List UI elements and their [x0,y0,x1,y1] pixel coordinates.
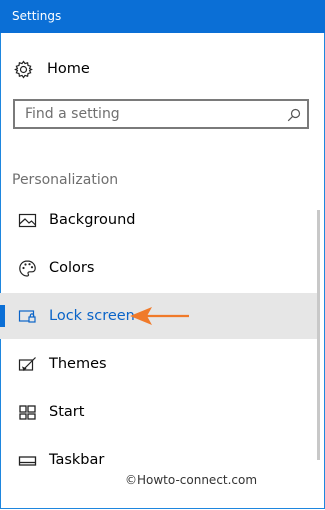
annotation-arrow-icon [128,304,190,332]
themes-brush-icon [18,355,37,374]
start-grid-icon [18,403,37,422]
palette-icon [18,259,37,278]
nav-item-start[interactable]: Start [0,389,320,435]
home-button[interactable]: Home [14,57,214,81]
nav-item-label: Background [49,212,136,228]
nav-item-label: Taskbar [49,452,105,468]
window-title: Settings [12,9,62,23]
gear-icon [14,59,33,79]
section-heading: Personalization [12,172,119,188]
nav-item-label: Themes [49,356,107,372]
scrollbar[interactable] [317,210,320,460]
nav-item-label: Start [49,404,85,420]
lock-screen-icon [18,307,37,326]
taskbar-icon [18,451,37,470]
home-label: Home [47,61,90,77]
nav-item-colors[interactable]: Colors [0,245,320,291]
search-placeholder: Find a setting [25,106,120,122]
nav-item-label: Colors [49,260,95,276]
search-icon[interactable] [287,107,301,126]
nav-item-label: Lock screen [49,308,135,324]
search-input[interactable]: Find a setting [13,99,309,129]
title-bar[interactable]: Settings [0,0,325,33]
nav-item-themes[interactable]: Themes [0,341,320,387]
nav-item-background[interactable]: Background [0,197,320,243]
picture-icon [18,211,37,230]
watermark-text: ©Howto-connect.com [125,473,258,487]
